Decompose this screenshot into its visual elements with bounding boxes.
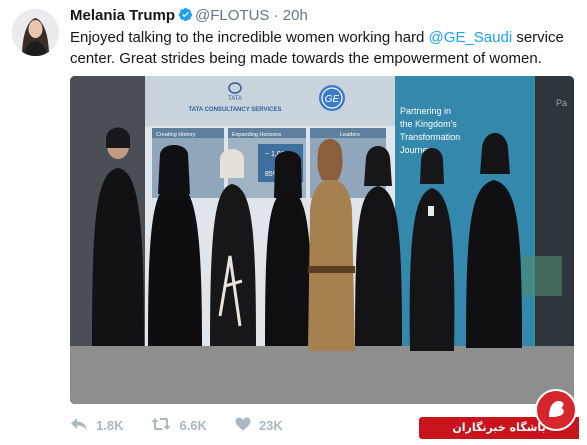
- tata-wordmark: TATA: [228, 96, 242, 102]
- mention-link[interactable]: @GE_Saudi: [429, 29, 513, 46]
- tweet-photo[interactable]: TATA TATA CONSULTANCY SERVICES GE Creati…: [70, 76, 574, 404]
- svg-text:GE: GE: [325, 94, 340, 105]
- tweet-text: Enjoyed talking to the incredible women …: [70, 27, 575, 69]
- verified-badge-icon: [178, 7, 193, 28]
- tcs-sign: TATA CONSULTANCY SERVICES: [188, 107, 281, 113]
- panel-3-title: Leaders: [340, 132, 360, 138]
- retweet-icon: [151, 417, 179, 434]
- banner-edge-text: Pa: [556, 98, 567, 108]
- separator-dot: ·: [273, 7, 279, 24]
- panel-1-title: Creating History: [156, 132, 196, 138]
- news-agency-watermark: باشگاه خبرنگاران: [419, 389, 587, 445]
- reply-icon: [70, 417, 96, 434]
- tweet-text-part-1: Enjoyed talking to the incredible women …: [70, 29, 429, 46]
- tweet: Melania Trump @FLOTUS · 20h Enjoyed talki…: [0, 0, 587, 445]
- reply-button[interactable]: 1.8K: [70, 417, 123, 434]
- like-count: 23K: [258, 417, 283, 433]
- reply-count: 1.8K: [96, 417, 124, 433]
- panel-2-title: Expanding Horizons: [232, 132, 281, 138]
- like-icon: [235, 417, 259, 434]
- watermark-logo-icon: [535, 389, 577, 431]
- tweet-header: Melania Trump @FLOTUS · 20h: [70, 6, 308, 26]
- author-name[interactable]: Melania Trump: [70, 7, 175, 24]
- group-of-women: [92, 127, 562, 351]
- like-button[interactable]: 23K: [235, 417, 283, 434]
- tweet-timestamp[interactable]: 20h: [283, 7, 308, 24]
- banner-line-3: Transformation: [400, 132, 460, 142]
- retweet-button[interactable]: 6.6K: [151, 417, 207, 434]
- tweet-actions: 1.8K 6.6K 23K: [70, 415, 311, 435]
- avatar[interactable]: [12, 9, 59, 56]
- retweet-count: 6.6K: [179, 417, 207, 433]
- author-handle[interactable]: @FLOTUS: [195, 7, 269, 24]
- banner-line-2: the Kingdom's: [400, 119, 457, 129]
- banner-line-1: Partnering in: [400, 106, 451, 116]
